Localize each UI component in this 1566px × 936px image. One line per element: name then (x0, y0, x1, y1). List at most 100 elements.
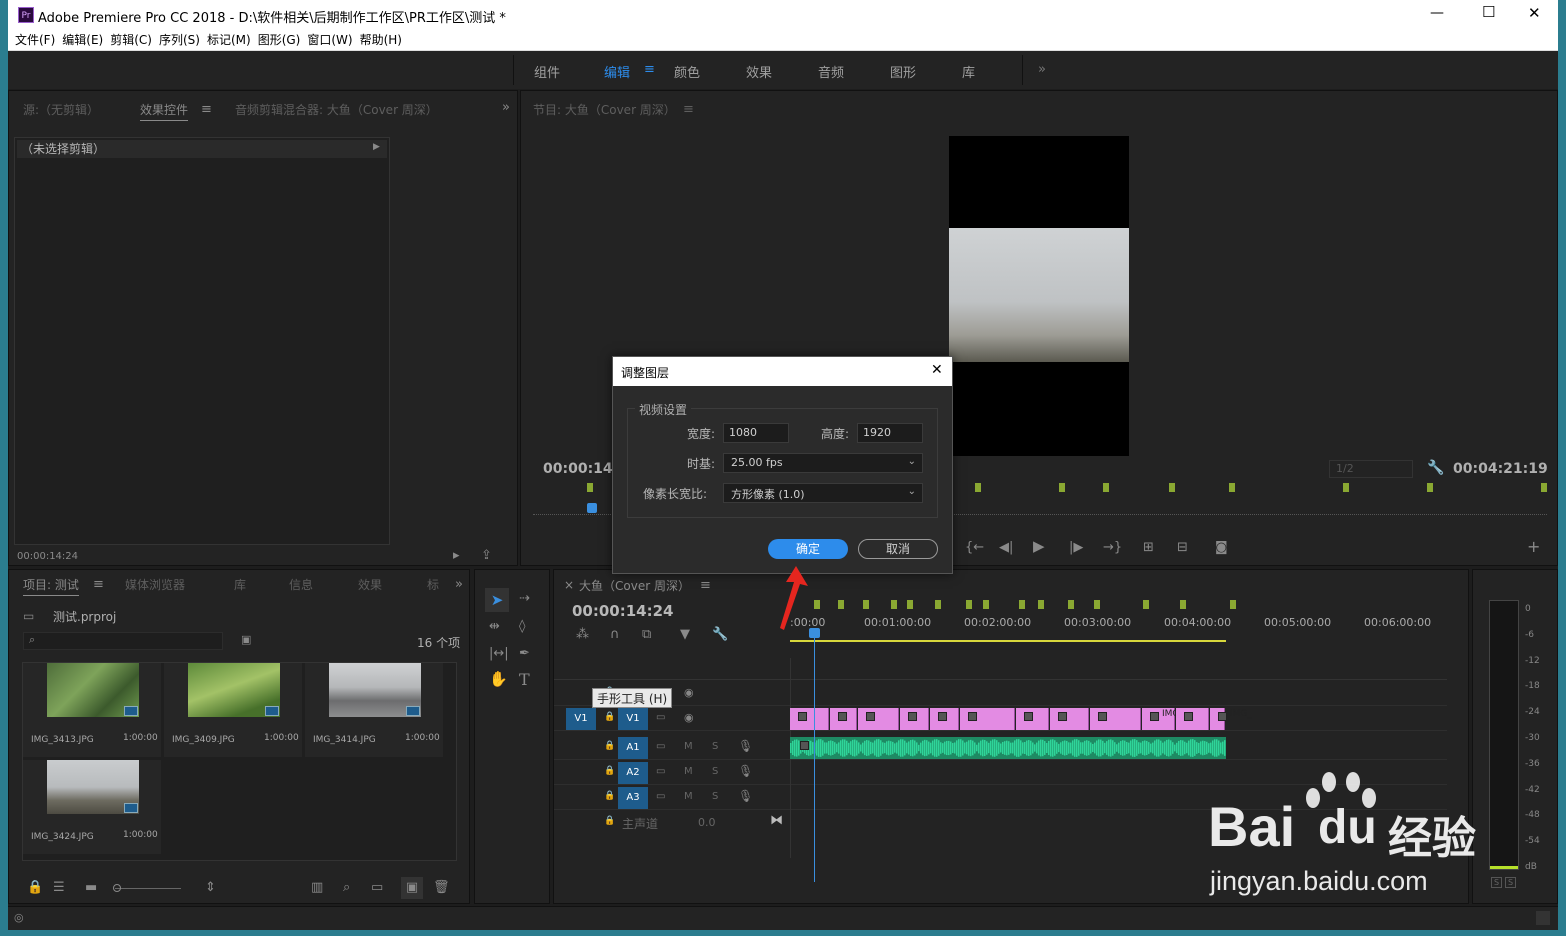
video-clip[interactable] (830, 708, 857, 730)
project-tab-2[interactable]: 库 (234, 576, 246, 593)
lock-icon[interactable]: 🔒 (27, 881, 43, 894)
source-patch-v1[interactable]: V1 (566, 708, 596, 730)
audio-clip[interactable] (790, 737, 1226, 759)
wrench-icon[interactable]: 🔧 (1427, 461, 1444, 475)
microphone-icon[interactable]: 🎙 (738, 764, 753, 778)
selection-tool-icon[interactable]: ➤ (485, 588, 509, 612)
play-icon[interactable]: ▶ (1033, 539, 1045, 554)
project-item[interactable]: IMG_3413.JPG 1:00:00 (23, 663, 161, 757)
program-marker[interactable] (1059, 483, 1065, 492)
zoom-slider-handle[interactable] (113, 884, 121, 892)
video-clip[interactable] (1176, 708, 1209, 730)
filter-icon[interactable]: ▸ (453, 549, 460, 562)
project-tab-0[interactable]: 项目: 测试 (23, 576, 79, 596)
program-marker[interactable] (1229, 483, 1235, 492)
panel-menu-icon[interactable]: ≡ (201, 103, 212, 116)
more-tabs-icon[interactable]: » (502, 101, 510, 114)
zoom-slider[interactable] (115, 888, 181, 889)
ripple-edit-tool-icon[interactable]: ⇹ (489, 620, 500, 633)
razor-tool-icon[interactable]: ◊ (519, 620, 525, 633)
sync-lock-icon[interactable]: ▭ (656, 741, 665, 752)
project-item[interactable]: IMG_3409.JPG 1:00:00 (164, 663, 302, 757)
video-clip[interactable] (1050, 708, 1089, 730)
workspace-tab-3[interactable]: 效果 (746, 62, 772, 81)
expand-icon[interactable]: ⧓ (770, 813, 783, 828)
program-playhead[interactable] (587, 503, 597, 513)
lock-icon[interactable]: 🔒 (604, 791, 615, 801)
menu-item-6[interactable]: 窗口(W) (300, 30, 352, 51)
lock-icon[interactable]: 🔒 (604, 816, 615, 826)
workspace-tab-2[interactable]: 颜色 (674, 62, 700, 81)
program-marker[interactable] (1541, 483, 1547, 492)
minimize-button[interactable]: — (1430, 5, 1444, 21)
automate-icon[interactable]: ▥ (311, 881, 323, 894)
program-marker[interactable] (1343, 483, 1349, 492)
track-target-a2[interactable]: A2 (618, 762, 648, 784)
timeline-marker[interactable] (1230, 600, 1236, 609)
list-view-icon[interactable]: ☰ (53, 881, 65, 894)
tab-effect-controls[interactable]: 效果控件 (140, 101, 189, 121)
eye-icon[interactable]: ◉ (684, 711, 694, 724)
nest-icon[interactable]: ⁂ (576, 628, 589, 641)
work-area-bar[interactable] (790, 640, 1226, 642)
sort-icon[interactable]: ⇕ (205, 881, 216, 894)
microphone-icon[interactable]: 🎙 (738, 789, 753, 803)
mute-button[interactable]: M (684, 766, 693, 777)
video-clip[interactable] (930, 708, 959, 730)
solo-button[interactable]: S (712, 791, 718, 802)
export-icon[interactable]: ⇪ (481, 549, 492, 562)
camera-icon[interactable]: ◙ (1215, 541, 1228, 554)
timeline-marker[interactable] (983, 600, 989, 609)
width-input[interactable]: 1080 (723, 423, 789, 443)
master-volume[interactable]: 0.0 (698, 816, 716, 829)
lock-icon[interactable]: 🔒 (604, 712, 615, 722)
find-icon[interactable]: ⌕ (343, 881, 350, 894)
menu-item-7[interactable]: 帮助(H) (353, 30, 402, 51)
menu-item-2[interactable]: 剪辑(C) (103, 30, 152, 51)
menu-item-0[interactable]: 文件(F) (8, 30, 55, 51)
marker-add-icon[interactable]: ▼ (680, 628, 690, 641)
timeline-settings-icon[interactable]: 🔧 (712, 628, 728, 641)
project-item[interactable]: IMG_3414.JPG 1:00:00 (305, 663, 443, 757)
menu-item-5[interactable]: 图形(G) (251, 30, 301, 51)
project-tab-1[interactable]: 媒体浏览器 (125, 576, 185, 593)
timeline-playhead-handle[interactable] (809, 628, 820, 638)
tab-source[interactable]: 源:（无剪辑） (23, 101, 99, 118)
menu-item-1[interactable]: 编辑(E) (55, 30, 103, 51)
track-select-tool-icon[interactable]: ⇢ (519, 592, 530, 605)
solo-button[interactable]: S (712, 766, 718, 777)
sync-lock-icon[interactable]: ▭ (656, 791, 665, 802)
mute-button[interactable]: M (684, 741, 693, 752)
solo-button[interactable]: S (712, 741, 718, 752)
timeline-marker[interactable] (935, 600, 941, 609)
dialog-close-button[interactable]: ✕ (931, 362, 943, 378)
close-button[interactable]: ✕ (1528, 4, 1541, 22)
timeline-marker[interactable] (1038, 600, 1044, 609)
project-tab-4[interactable]: 效果 (358, 576, 382, 593)
timeline-marker[interactable] (838, 600, 844, 609)
timeline-marker[interactable] (1180, 600, 1186, 609)
program-marker[interactable] (587, 483, 593, 492)
ok-button[interactable]: 确定 (768, 539, 848, 559)
hand-tool-icon[interactable]: ✋ (489, 672, 508, 687)
track-target-v1[interactable]: V1 (618, 708, 648, 730)
step-forward-icon[interactable]: |▶ (1069, 541, 1083, 554)
project-tab-5[interactable]: 标 (427, 576, 439, 593)
new-bin-icon[interactable]: ▣ (241, 634, 251, 645)
slip-tool-icon[interactable]: |↔| (489, 647, 509, 660)
add-button-icon[interactable]: + (1527, 539, 1540, 555)
video-clip[interactable] (1016, 708, 1049, 730)
pen-tool-icon[interactable]: ✒ (519, 647, 530, 660)
sync-lock-icon[interactable]: ▭ (656, 766, 665, 777)
lock-icon[interactable]: 🔒 (604, 766, 615, 776)
go-to-in-icon[interactable]: {← (965, 541, 984, 554)
video-clip[interactable] (960, 708, 1015, 730)
timeline-marker[interactable] (1068, 600, 1074, 609)
program-marker[interactable] (1103, 483, 1109, 492)
tab-audio-clip-mixer[interactable]: 音频剪辑混合器: 大鱼（Cover 周深） (235, 101, 438, 118)
timeline-playhead[interactable] (814, 636, 815, 882)
project-item[interactable]: IMG_3424.JPG 1:00:00 (23, 760, 161, 854)
time-ruler[interactable]: :00:00 00:01:00:00 00:02:00:00 00:03:00:00 0… (790, 614, 1460, 642)
timebase-select[interactable]: 25.00 fps ⌄ (723, 453, 923, 473)
timeline-marker[interactable] (907, 600, 913, 609)
